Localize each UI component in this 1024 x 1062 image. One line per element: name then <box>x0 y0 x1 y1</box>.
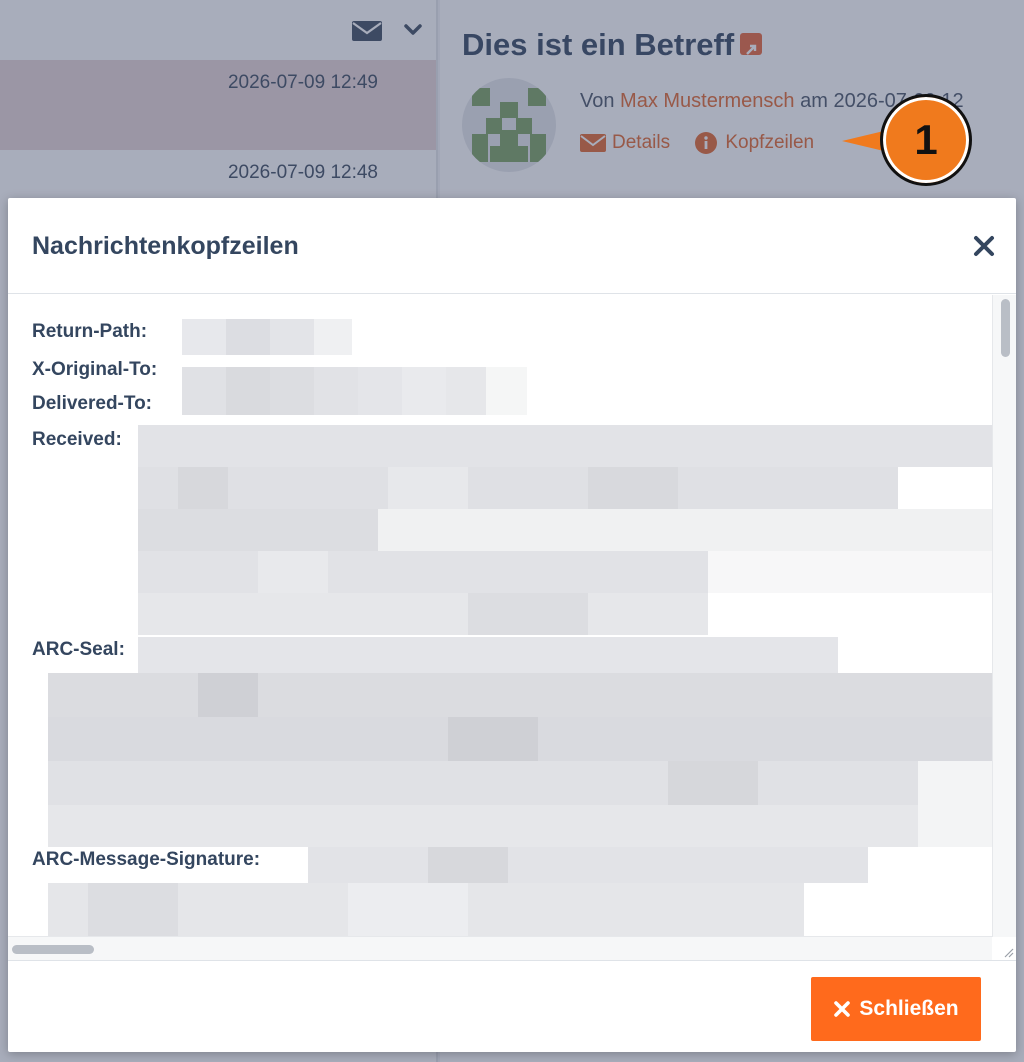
close-icon[interactable] <box>972 234 996 258</box>
redacted-value <box>182 319 352 355</box>
header-key: Delivered-To: <box>32 393 153 414</box>
x-icon <box>834 1001 851 1017</box>
dialog-title: Nachrichtenkopfzeilen <box>32 232 299 260</box>
header-key: Return-Path: <box>32 321 148 342</box>
redacted-value <box>48 847 868 937</box>
vertical-scrollbar[interactable] <box>992 295 1016 937</box>
callout-number: 1 <box>880 94 972 186</box>
close-button[interactable]: Schließen <box>811 977 981 1041</box>
scrollbar-thumb[interactable] <box>12 945 94 954</box>
redacted-value <box>48 637 992 847</box>
horizontal-scrollbar[interactable] <box>8 936 992 960</box>
dialog-header: Nachrichtenkopfzeilen <box>8 198 1016 294</box>
header-key: X-Original-To: <box>32 359 158 380</box>
redacted-value <box>182 367 527 415</box>
headers-content: Return-Path: X-Original-To: Delivered-To… <box>8 295 992 937</box>
redacted-value <box>48 425 992 635</box>
step-callout: 1 <box>842 94 972 186</box>
header-key: Received: <box>32 429 122 450</box>
resize-grip-icon[interactable] <box>1002 946 1014 958</box>
scrollbar-thumb[interactable] <box>1001 299 1010 357</box>
dialog-body: Return-Path: X-Original-To: Delivered-To… <box>8 295 1016 961</box>
headers-dialog: Nachrichtenkopfzeilen Return-Path: X-Ori… <box>8 198 1016 1052</box>
close-button-label: Schließen <box>859 997 959 1020</box>
dialog-footer: Schließen <box>8 962 1016 1052</box>
